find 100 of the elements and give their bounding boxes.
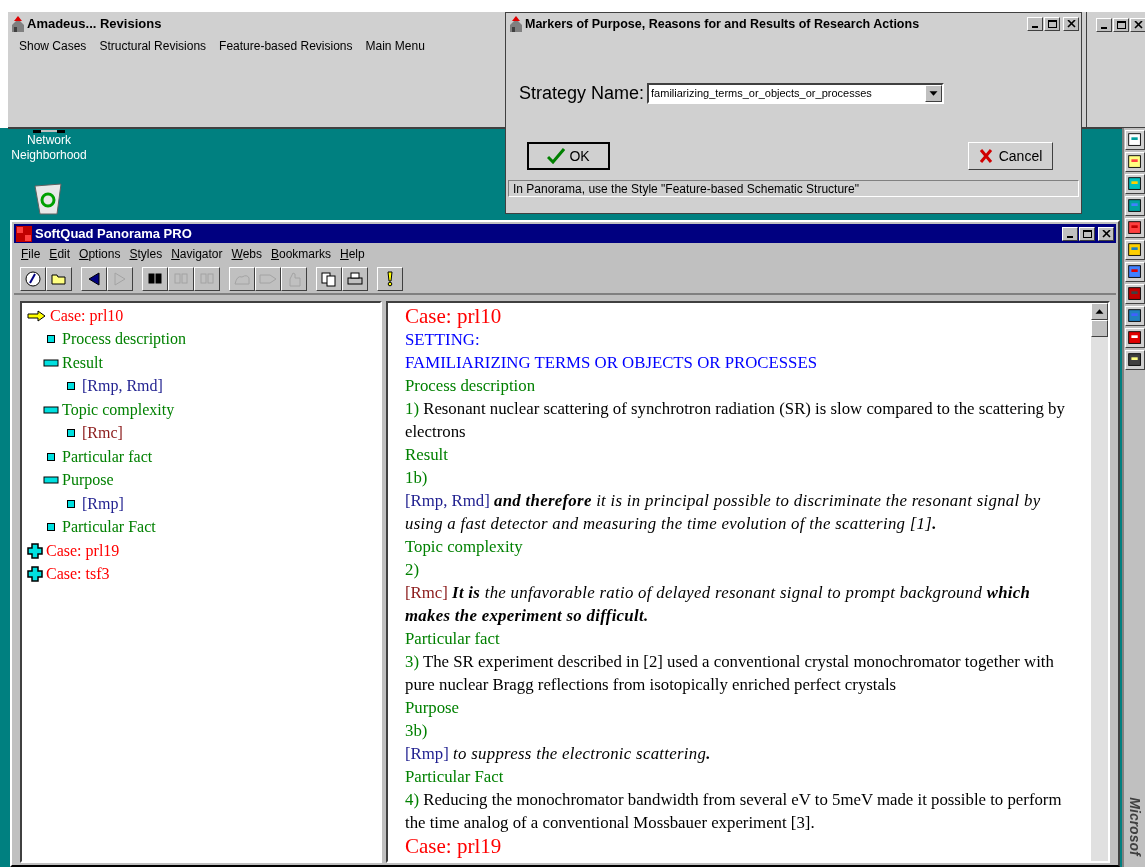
- strategy-dropdown[interactable]: familiarizing_terms_or_objects_or_processes: [647, 83, 945, 104]
- status-bar: In Panorama, use the Style "Feature-based Schematic Structure": [508, 180, 1079, 197]
- cancel-button[interactable]: Cancel: [968, 142, 1053, 170]
- menu-item[interactable]: Main Menu: [365, 37, 425, 55]
- recycle-bin-icon[interactable]: [32, 182, 64, 216]
- menu-item[interactable]: Feature-based Revisions: [219, 37, 353, 55]
- maximize-icon: [1082, 229, 1092, 238]
- ok-button[interactable]: OK: [527, 142, 610, 170]
- app-shortcut-icon[interactable]: [1124, 218, 1145, 238]
- tree-item[interactable]: [Rmp, Rmd]: [82, 374, 163, 399]
- minimize-button[interactable]: [1062, 226, 1078, 241]
- close-icon: [1101, 229, 1111, 238]
- menu-item[interactable]: Show Cases: [19, 37, 87, 55]
- tree-item[interactable]: Case: prl10: [50, 303, 124, 328]
- tree-item[interactable]: Case: tsf3: [46, 562, 110, 587]
- case-heading: Case: prl19: [405, 834, 503, 858]
- printer-button[interactable]: [342, 267, 368, 291]
- window-title: SoftQuad Panorama PRO: [35, 224, 192, 243]
- computer-icon[interactable]: [33, 130, 65, 133]
- scroll-thumb[interactable]: [1091, 320, 1108, 337]
- menu-item[interactable]: Webs: [231, 245, 262, 263]
- section-heading: Particular fact: [405, 628, 501, 650]
- close-button[interactable]: [1063, 17, 1079, 31]
- bullet-icon: [67, 499, 75, 508]
- app-shortcut-icon[interactable]: [1124, 174, 1145, 194]
- section-heading: Topic complexity: [405, 536, 524, 558]
- scroll-up-icon[interactable]: [1091, 303, 1108, 320]
- bullet-icon: [67, 429, 75, 438]
- minimize-button[interactable]: [1027, 17, 1043, 31]
- maximize-button[interactable]: [1113, 18, 1129, 32]
- app-shortcut-icon[interactable]: [1124, 284, 1145, 304]
- minimize-icon: [1067, 235, 1073, 238]
- maximize-icon: [1116, 21, 1126, 29]
- app-shortcut-icon[interactable]: [1124, 152, 1145, 172]
- maximize-icon: [1047, 20, 1057, 28]
- minimize-icon: [1101, 27, 1107, 29]
- app-shortcut-icon[interactable]: [1124, 350, 1145, 370]
- paragraph: [Rmp] to suppress the electronic scattering.: [405, 743, 712, 765]
- close-button[interactable]: [1130, 18, 1145, 32]
- close-icon: [1133, 21, 1143, 29]
- plus-icon[interactable]: [27, 542, 43, 559]
- paragraph: 1) Resonant nuclear scattering of synchrotron radiation (SR) is slow compared to the scattering by electrons: [405, 398, 1066, 443]
- maximize-button[interactable]: [1079, 226, 1095, 241]
- plus-icon[interactable]: [27, 566, 43, 583]
- field-label: Strategy Name:: [519, 82, 645, 105]
- menu-item[interactable]: Options: [79, 245, 121, 263]
- tree-item[interactable]: [Rmc]: [82, 421, 123, 446]
- menu-item[interactable]: Structural Revisions: [99, 37, 207, 55]
- scrollbar[interactable]: [1091, 303, 1108, 861]
- tree-item[interactable]: Particular Fact: [62, 515, 156, 540]
- paragraph: 3) The SR experiment described in [2] used a conventional crystal monochromator together with pure nuclear Bragg reflections from isotopically enriched perfect crystals: [405, 651, 1055, 696]
- section-heading: 2): [405, 559, 420, 581]
- window-title: Amadeus... Revisions: [27, 15, 162, 34]
- tree-item[interactable]: Topic complexity: [62, 397, 175, 422]
- tree-item[interactable]: Particular fact: [62, 444, 153, 469]
- section-heading: 1b): [405, 467, 429, 489]
- maximize-button[interactable]: [1044, 17, 1060, 31]
- tree-item[interactable]: Result: [62, 350, 103, 375]
- section-heading: Particular Fact: [405, 766, 505, 788]
- close-button[interactable]: [1098, 226, 1114, 241]
- paragraph: [Rmc] It is the unfavorable ratio of delayed resonant signal to prompt background which makes the experiment so difficult.: [405, 582, 1032, 627]
- tree-item[interactable]: Process description: [62, 327, 186, 352]
- section-heading: Purpose: [405, 697, 461, 719]
- menu-item[interactable]: Navigator: [171, 245, 223, 263]
- tree-item[interactable]: [Rmp]: [82, 491, 124, 516]
- minimize-button[interactable]: [1096, 18, 1112, 32]
- menu-item[interactable]: File: [21, 245, 41, 263]
- app-shortcut-icon[interactable]: [1124, 240, 1145, 260]
- section-heading: 3b): [405, 720, 429, 742]
- app-shortcut-icon[interactable]: [1124, 196, 1145, 216]
- house-icon: [508, 16, 524, 32]
- help-button[interactable]: [20, 267, 46, 291]
- copy-button[interactable]: [316, 267, 342, 291]
- setting-text: SETTING:: [405, 329, 481, 351]
- menu-item[interactable]: Edit: [49, 245, 71, 263]
- minus-icon[interactable]: [43, 476, 59, 485]
- close-icon: [978, 149, 993, 163]
- tree-item[interactable]: Case: prl19: [46, 538, 120, 563]
- minus-icon[interactable]: [43, 358, 59, 367]
- case-heading: Case: prl10: [405, 304, 503, 328]
- back-arrow-button[interactable]: [81, 267, 107, 291]
- app-shortcut-icon[interactable]: [1124, 130, 1145, 150]
- app-shortcut-icon[interactable]: [1124, 306, 1145, 326]
- folder-button[interactable]: [46, 267, 72, 291]
- menu-item[interactable]: Styles: [129, 245, 163, 263]
- menu-item[interactable]: Bookmarks: [271, 245, 331, 263]
- menu-item[interactable]: Help: [340, 245, 365, 263]
- dialog-title: Markers of Purpose, Reasons for and Results of Research Actions: [525, 15, 920, 33]
- exclamation-button[interactable]: [377, 267, 403, 291]
- close-icon: [1066, 20, 1076, 28]
- app-shortcut-icon[interactable]: [1124, 262, 1145, 282]
- setting-text: FAMILIARIZING TERMS OR OBJECTS OR PROCESSES: [405, 352, 818, 374]
- minus-icon[interactable]: [43, 405, 59, 414]
- app-shortcut-icon[interactable]: [1124, 328, 1145, 348]
- desktop-icon-label[interactable]: Network Neighborhood: [6, 133, 92, 163]
- bullet-icon: [47, 523, 55, 532]
- bullet-icon: [47, 452, 55, 461]
- tree-item[interactable]: Purpose: [62, 468, 114, 493]
- bullet-icon: [67, 382, 75, 391]
- minimize-icon: [1032, 26, 1038, 28]
